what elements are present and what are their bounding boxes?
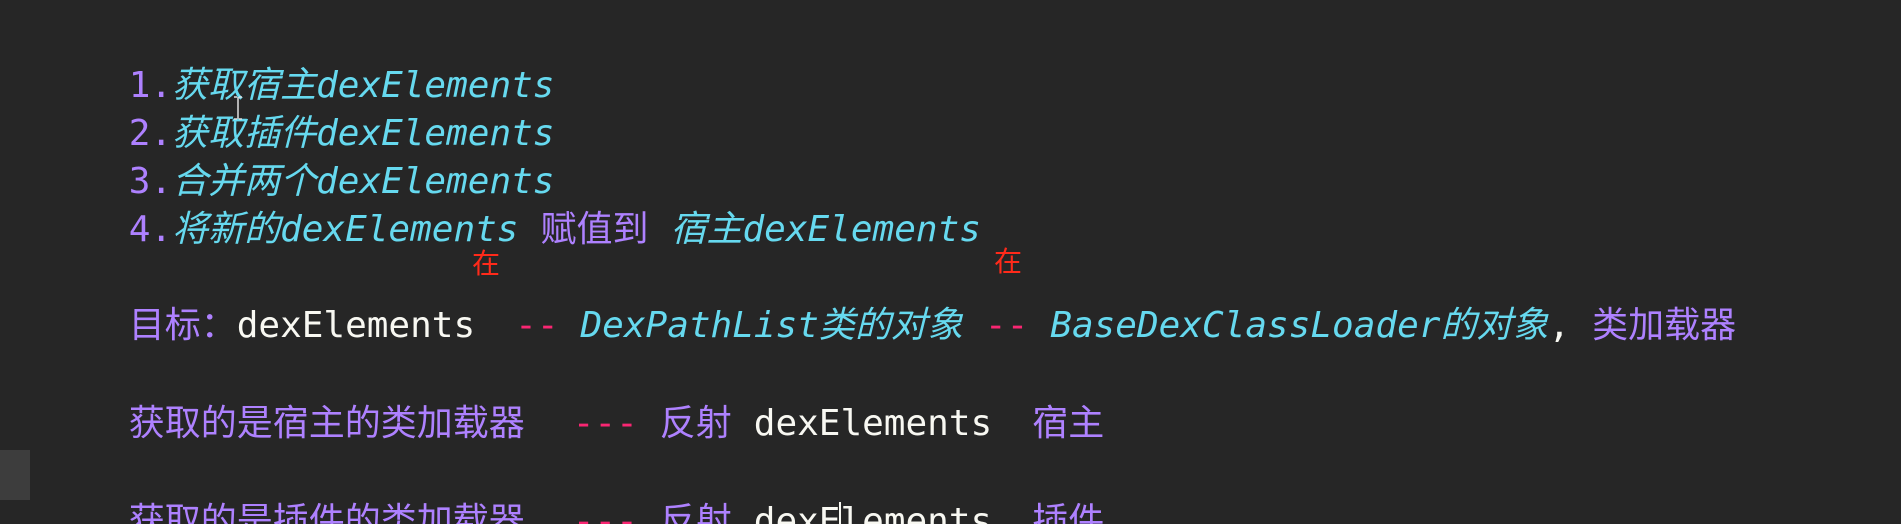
step-line-1: 1.获取宿主dexElements <box>42 14 555 106</box>
plugin-field-start: dexE <box>753 501 841 524</box>
goal-class-object: DexPathList类的对象 <box>580 305 963 346</box>
annotation-marker-1: 在 <box>472 247 501 280</box>
goal-suffix: 类加载器 <box>1592 305 1737 346</box>
step-text-part1: 将新的dexElements <box>172 209 519 250</box>
plugin-verb: 反射 <box>659 501 732 524</box>
step-line-3: 3.合并两个dexElements <box>42 110 555 202</box>
goal-dash-2: -- <box>984 305 1029 346</box>
host-target: 宿主 <box>1032 403 1105 444</box>
goal-line: 目标：dexElements -- DexPathList类的对象 -- BaseDex… <box>42 254 1736 346</box>
plugin-field-end: lements <box>840 501 993 524</box>
host-loader-line: 获取的是宿主的类加载器 --- 反射 dexElements 宿主 <box>42 352 1105 444</box>
host-label: 获取的是宿主的类加载器 <box>128 403 525 444</box>
plugin-dashes: --- <box>572 501 638 524</box>
host-verb: 反射 <box>659 403 732 444</box>
host-dashes: --- <box>572 403 638 444</box>
host-field: dexElements <box>753 403 993 444</box>
goal-loader-object: BaseDexClassLoader的对象 <box>1050 305 1549 346</box>
plugin-loader-line: 获取的是插件的类加载器 --- 反射 dexElements 插件 <box>42 450 1104 524</box>
step-line-4: 4.将新的dexElements 赋值到 宿主dexElements <box>42 158 981 250</box>
goal-target: dexElements <box>236 305 476 346</box>
step-text-part3: 宿主dexElements <box>670 209 981 250</box>
step-text-part2: 赋值到 <box>540 209 649 250</box>
goal-dash-1: -- <box>515 305 559 346</box>
mouse-ibeam-icon <box>234 96 242 120</box>
goal-comma: , <box>1548 305 1571 346</box>
goal-label: 目标： <box>128 305 237 346</box>
step-number: 4. <box>128 209 173 250</box>
annotation-marker-2: 在 <box>994 245 1023 278</box>
text-editor[interactable]: 1.获取宿主dexElements 2.获取插件dexElements 3.合并… <box>0 0 1901 524</box>
step-line-2: 2.获取插件dexElements <box>42 62 555 154</box>
plugin-target: 插件 <box>1032 501 1105 524</box>
gutter-line-marker <box>0 450 30 500</box>
plugin-label: 获取的是插件的类加载器 <box>128 501 525 524</box>
